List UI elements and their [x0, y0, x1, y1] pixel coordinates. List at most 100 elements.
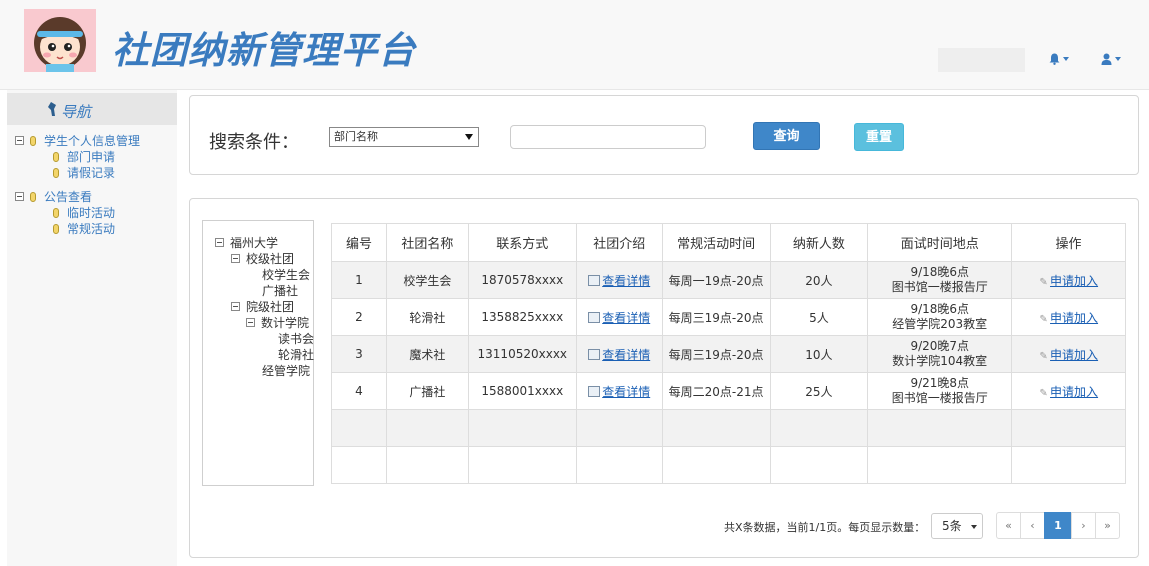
cell-interview: 9/21晚8点 图书馆一楼报告厅 [867, 372, 1013, 410]
tree-node-root[interactable]: 福州大学 [215, 235, 278, 251]
apply-join-link[interactable]: 申请加入 [1050, 274, 1098, 288]
cell-count: 25人 [769, 372, 869, 410]
leaf-icon [53, 223, 59, 234]
details-icon [588, 348, 601, 360]
search-input[interactable] [510, 125, 706, 149]
cell-intro: 查看详情 [575, 298, 663, 336]
nav-tree-group-2: 公告查看 临时活动 常规活动 [15, 189, 115, 237]
cell-id: 3 [331, 335, 387, 373]
search-field-select[interactable]: 部门名称 [329, 127, 479, 147]
leaf-icon [53, 151, 59, 162]
bell-icon [1049, 53, 1060, 65]
first-page-button[interactable]: « [996, 512, 1021, 539]
search-panel: 搜索条件： 部门名称 查询 重置 [189, 95, 1139, 175]
col-header: 纳新人数 [769, 223, 869, 262]
col-header: 编号 [331, 223, 387, 262]
user-dropdown[interactable] [1101, 51, 1127, 67]
cell-time: 每周二20点-21点 [661, 372, 771, 410]
page-1-button[interactable]: 1 [1044, 512, 1072, 539]
view-details-link[interactable]: 查看详情 [602, 348, 650, 362]
cell-name: 轮滑社 [385, 298, 469, 336]
tree-node-broadcast[interactable]: 广播社 [262, 283, 298, 299]
view-details-link[interactable]: 查看详情 [602, 385, 650, 399]
cell-contact: 1870578xxxx [467, 261, 577, 299]
collapse-icon[interactable] [215, 238, 224, 247]
cell-intro: 查看详情 [575, 372, 663, 410]
top-placeholder-box [938, 48, 1025, 72]
apply-join-link[interactable]: 申请加入 [1050, 385, 1098, 399]
app-title: 社团纳新管理平台 [112, 29, 416, 72]
table-row-empty [331, 446, 1126, 484]
view-details-link[interactable]: 查看详情 [602, 274, 650, 288]
collapse-icon[interactable] [231, 254, 240, 263]
leaf-icon [53, 207, 59, 218]
tree-node-cs-college[interactable]: 数计学院 [246, 315, 309, 331]
details-icon [588, 274, 601, 286]
cell-id: 1 [331, 261, 387, 299]
collapse-icon[interactable] [231, 302, 240, 311]
reset-button[interactable]: 重置 [854, 123, 904, 151]
tree-node-college-level[interactable]: 院级社团 [231, 299, 294, 315]
table-row: 3 魔术社 13110520xxxx 查看详情 每周三19点-20点 10人 9… [331, 335, 1126, 373]
logo-avatar [24, 9, 96, 72]
notifications-dropdown[interactable] [1049, 51, 1075, 67]
cell-interview: 9/20晚7点 数计学院104教室 [867, 335, 1013, 373]
map-marker-icon [48, 102, 56, 116]
details-icon [588, 385, 601, 397]
pagination: « ‹ 1 › » [996, 512, 1120, 539]
nav-item-leave-records[interactable]: 请假记录 [15, 165, 140, 181]
col-header: 社团介绍 [575, 223, 663, 262]
nav-item-temporary-activities[interactable]: 临时活动 [15, 205, 115, 221]
cell-interview: 9/18晚6点 图书馆一楼报告厅 [867, 261, 1013, 299]
details-icon [588, 311, 601, 323]
tree-node-skating[interactable]: 轮滑社 [278, 347, 314, 363]
page-size-dropdown[interactable]: 5条 [931, 513, 983, 539]
col-header: 面试时间地点 [867, 223, 1013, 262]
cell-time: 每周一19点-20点 [661, 261, 771, 299]
pencil-icon: ✎ [1039, 313, 1048, 325]
cell-contact: 13110520xxxx [467, 335, 577, 373]
nav-group-student-info[interactable]: 学生个人信息管理 [15, 133, 140, 149]
nav-item-regular-activities[interactable]: 常规活动 [15, 221, 115, 237]
last-page-button[interactable]: » [1095, 512, 1120, 539]
cell-action: ✎ 申请加入 [1011, 261, 1126, 299]
cell-action: ✎ 申请加入 [1011, 335, 1126, 373]
leaf-icon [30, 191, 36, 202]
clubs-table: 编号 社团名称 联系方式 社团介绍 常规活动时间 纳新人数 面试时间地点 操作 … [331, 223, 1126, 484]
next-page-button[interactable]: › [1071, 512, 1096, 539]
sidebar: 导航 学生个人信息管理 部门申请 请假记录 公告查看 临时活动 常规活动 [7, 90, 177, 566]
search-label: 搜索条件： [209, 132, 299, 153]
apply-join-link[interactable]: 申请加入 [1050, 311, 1098, 325]
pencil-icon: ✎ [1039, 276, 1048, 288]
nav-item-department-apply[interactable]: 部门申请 [15, 149, 140, 165]
col-header: 社团名称 [385, 223, 469, 262]
view-details-link[interactable]: 查看详情 [602, 311, 650, 325]
tree-node-book-club[interactable]: 读书会 [278, 331, 314, 347]
cell-intro: 查看详情 [575, 335, 663, 373]
pagination-info: 共X条数据，当前1/1页。每页显示数量： [724, 521, 926, 534]
query-button[interactable]: 查询 [753, 122, 820, 150]
nav-group-announcements[interactable]: 公告查看 [15, 189, 115, 205]
collapse-icon[interactable] [246, 318, 255, 327]
tree-node-school-level[interactable]: 校级社团 [231, 251, 294, 267]
col-header: 联系方式 [467, 223, 577, 262]
table-header-row: 编号 社团名称 联系方式 社团介绍 常规活动时间 纳新人数 面试时间地点 操作 [331, 223, 1126, 262]
leaf-icon [53, 167, 59, 178]
org-tree: 福州大学 校级社团 校学生会 广播社 院级社团 数计学院 读书会 轮滑社 经管学… [202, 220, 314, 486]
tree-node-student-union[interactable]: 校学生会 [262, 267, 310, 283]
cell-interview: 9/18晚6点 经管学院203教室 [867, 298, 1013, 336]
prev-page-button[interactable]: ‹ [1020, 512, 1045, 539]
col-header: 常规活动时间 [661, 223, 771, 262]
cell-name: 校学生会 [385, 261, 469, 299]
apply-join-link[interactable]: 申请加入 [1050, 348, 1098, 362]
nav-header: 导航 [7, 93, 177, 125]
cell-id: 4 [331, 372, 387, 410]
cell-id: 2 [331, 298, 387, 336]
collapse-icon[interactable] [15, 136, 24, 145]
caret-down-icon [971, 524, 978, 529]
cell-name: 魔术社 [385, 335, 469, 373]
tree-node-economics-college[interactable]: 经管学院 [262, 363, 310, 379]
collapse-icon[interactable] [15, 192, 24, 201]
leaf-icon [30, 135, 36, 146]
nav-tree-group-1: 学生个人信息管理 部门申请 请假记录 [15, 133, 140, 181]
